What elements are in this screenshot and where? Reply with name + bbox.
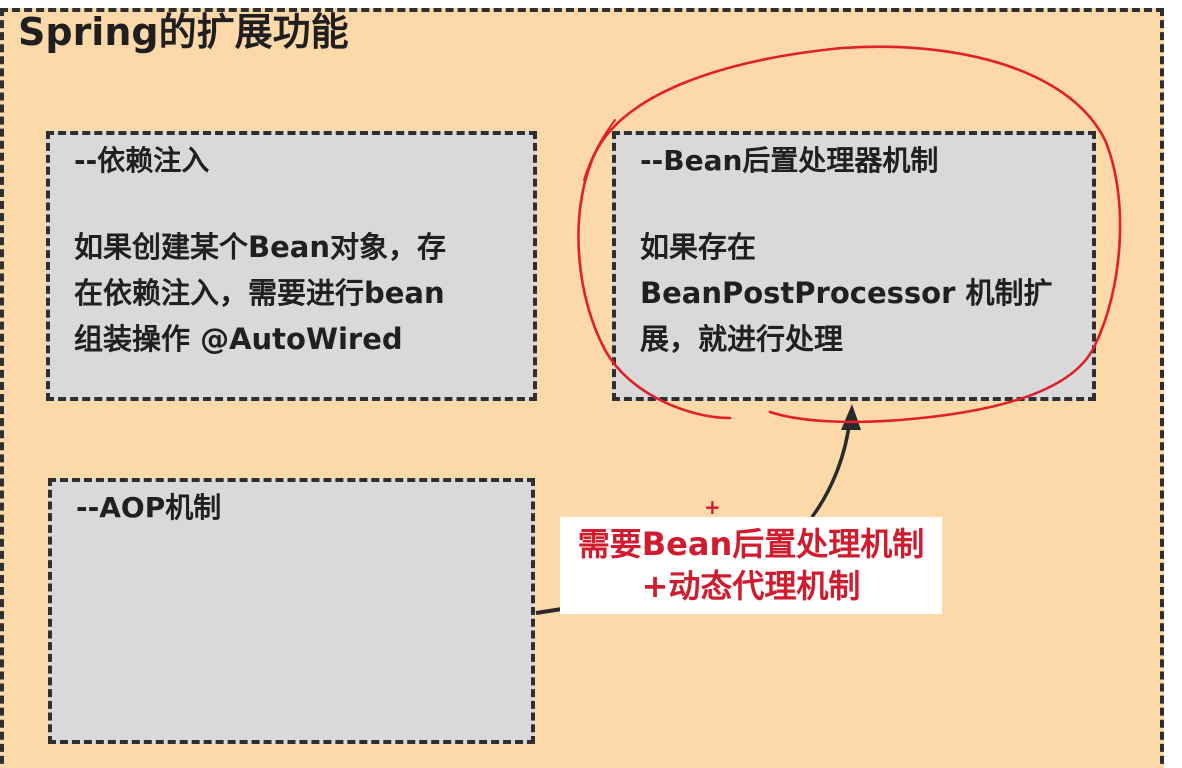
description-line: 如果创建某个Bean对象，存 [74, 230, 446, 264]
plus-mark: + [704, 495, 721, 519]
aop-title: --AOP机制 [76, 491, 222, 524]
dependency-injection-box: --依赖注入 如果创建某个Bean对象，存 在依赖注入，需要进行bean 组装操… [46, 131, 537, 401]
description-line: BeanPostProcessor 机制扩 [640, 276, 1053, 310]
diagram-canvas: Spring的扩展功能 --依赖注入 如果创建某个Bean对象，存 在依赖注入，… [0, 0, 1182, 768]
description-line: 组装操作 @AutoWired [74, 322, 403, 356]
page-title: Spring的扩展功能 [18, 10, 349, 54]
requirement-note-line: +动态代理机制 [641, 567, 861, 605]
right-edge-strip [1170, 0, 1182, 768]
bean-post-processor-box: --Bean后置处理器机制 如果存在 BeanPostProcessor 机制扩… [612, 131, 1096, 401]
description-line: 如果存在 [640, 230, 757, 264]
bean-post-processor-title: --Bean后置处理器机制 [640, 144, 939, 177]
requirement-note: 需要Bean后置处理机制 +动态代理机制 [560, 517, 942, 614]
dependency-injection-description: 如果创建某个Bean对象，存 在依赖注入，需要进行bean 组装操作 @Auto… [74, 224, 446, 362]
description-line: 展，就进行处理 [640, 322, 844, 356]
aop-box: --AOP机制 [48, 478, 535, 744]
bean-post-processor-description: 如果存在 BeanPostProcessor 机制扩 展，就进行处理 [640, 224, 1052, 362]
requirement-note-line: 需要Bean后置处理机制 [577, 525, 925, 563]
description-line: 在依赖注入，需要进行bean [74, 276, 445, 310]
dependency-injection-title: --依赖注入 [74, 144, 210, 177]
